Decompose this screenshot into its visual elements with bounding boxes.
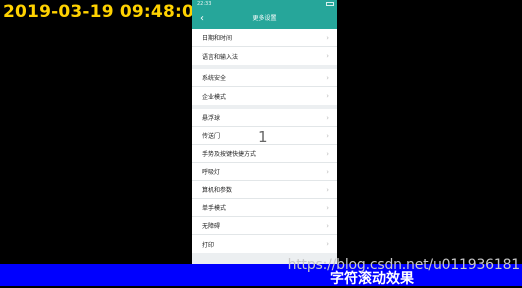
chevron-right-icon: ›: [326, 74, 329, 82]
settings-item-label: 无障碍: [202, 223, 221, 230]
settings-item-accessibility[interactable]: 无障碍 ›: [192, 217, 337, 235]
settings-item-gestures[interactable]: 手势及按键快捷方式 ›: [192, 145, 337, 163]
chevron-right-icon: ›: [326, 132, 329, 140]
settings-item-security[interactable]: 系统安全 ›: [192, 69, 337, 87]
settings-item-label: 语言和输入法: [202, 53, 239, 61]
settings-item-label: 日期和时间: [202, 35, 233, 42]
scrolling-caption: 字符滚动效果: [330, 271, 414, 287]
status-time: 22:33: [197, 1, 212, 7]
settings-item-label: 手势及按键快捷方式: [202, 151, 257, 158]
chevron-right-icon: ›: [326, 150, 329, 158]
chevron-right-icon: ›: [326, 240, 329, 248]
settings-item-label: 单手模式: [202, 205, 227, 212]
chevron-right-icon: ›: [326, 114, 329, 122]
settings-item-breathing-light[interactable]: 呼吸灯 ›: [192, 163, 337, 181]
status-bar: 22:33: [192, 0, 337, 9]
chevron-right-icon: ›: [326, 92, 329, 100]
settings-item-label: 呼吸灯: [202, 169, 221, 176]
page-title: 更多设置: [252, 15, 277, 22]
settings-item-language-input[interactable]: 语言和输入法 ›: [192, 47, 337, 65]
settings-item-label: 传送门: [202, 133, 221, 140]
settings-item-label: 悬浮球: [202, 115, 221, 122]
settings-item-label: 企业模式: [202, 93, 227, 101]
chevron-right-icon: ›: [326, 186, 329, 194]
settings-item-enterprise[interactable]: 企业模式 ›: [192, 87, 337, 105]
settings-item-label: 系统安全: [202, 75, 227, 82]
settings-item-print[interactable]: 打印 ›: [192, 235, 337, 253]
settings-item-label: 算机和参数: [202, 187, 233, 194]
cursor-number: 1: [258, 128, 268, 146]
chevron-right-icon: ›: [326, 204, 329, 212]
chevron-right-icon: ›: [326, 34, 329, 42]
settings-item-parameters[interactable]: 算机和参数 ›: [192, 181, 337, 199]
settings-item-label: 打印: [202, 241, 215, 249]
settings-group: 系统安全 › 企业模式 ›: [192, 69, 337, 105]
chevron-right-icon: ›: [326, 168, 329, 176]
settings-item-date-time[interactable]: 日期和时间 ›: [192, 29, 337, 47]
chevron-right-icon: ›: [326, 52, 329, 60]
title-bar: ‹ 更多设置: [192, 9, 337, 29]
settings-group: 日期和时间 › 语言和输入法 ›: [192, 29, 337, 65]
settings-item-floating-ball[interactable]: 悬浮球 ›: [192, 109, 337, 127]
back-arrow-icon[interactable]: ‹: [200, 13, 204, 25]
chevron-right-icon: ›: [326, 222, 329, 230]
settings-item-one-hand[interactable]: 单手模式 ›: [192, 199, 337, 217]
battery-icon: [326, 2, 334, 6]
video-timestamp: 2019-03-19 09:48:06: [3, 2, 207, 22]
